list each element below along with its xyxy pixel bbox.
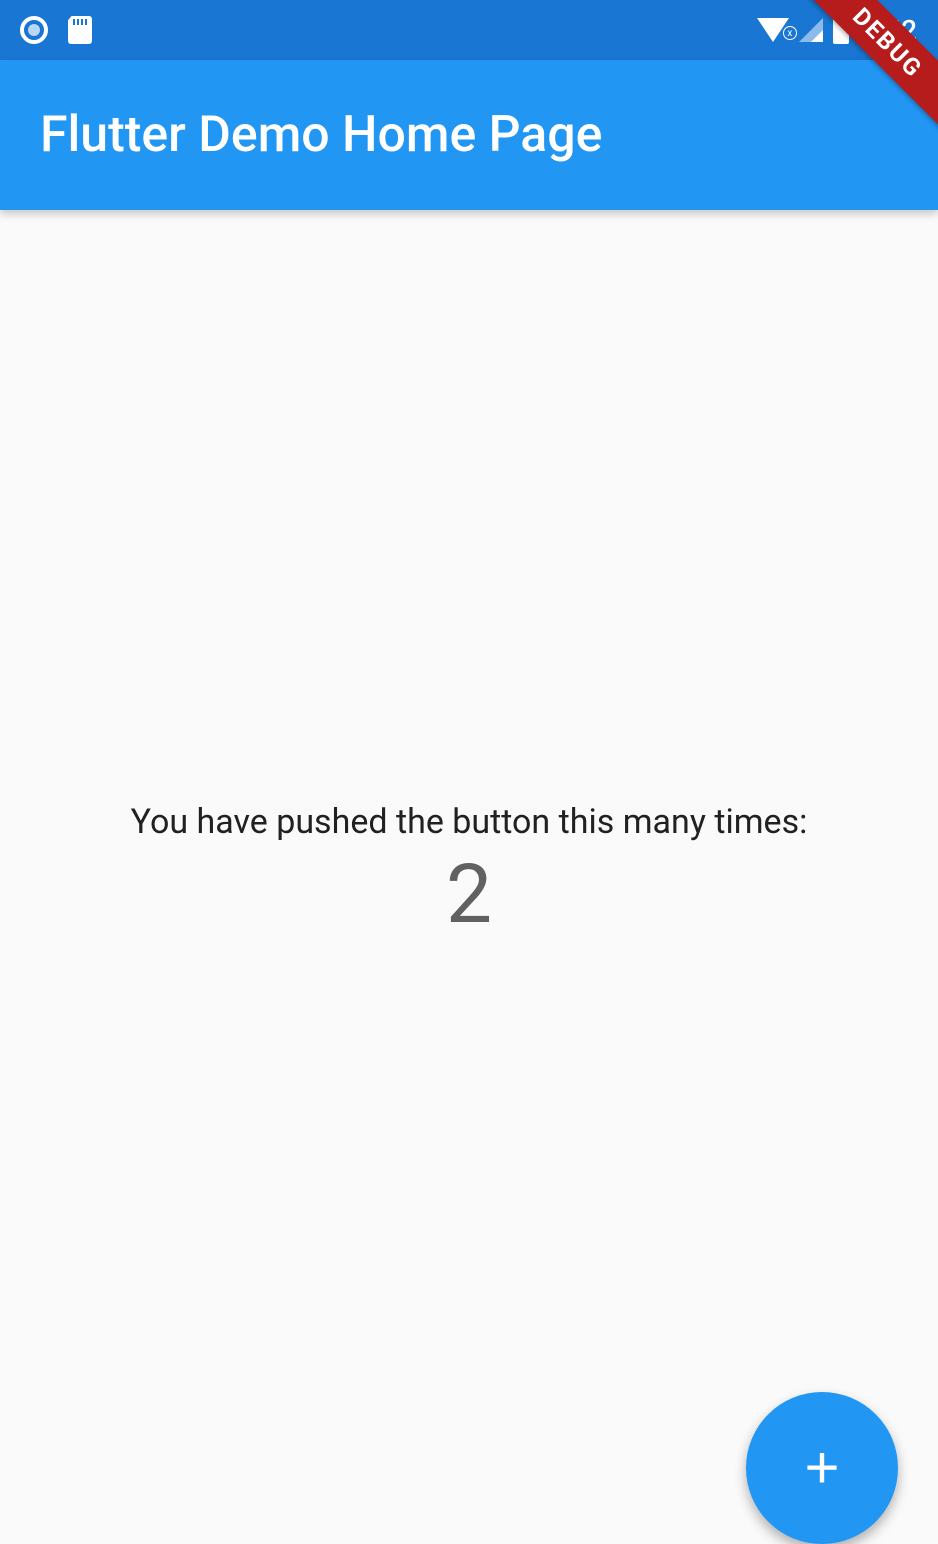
- wifi-icon: x: [757, 18, 789, 42]
- notification-circle-icon: [20, 16, 48, 44]
- counter-value: 2: [446, 847, 492, 943]
- page-title: Flutter Demo Home Page: [40, 106, 602, 164]
- main-content: You have pushed the button this many tim…: [0, 210, 938, 1534]
- counter-label: You have pushed the button this many tim…: [111, 802, 828, 842]
- sd-card-icon: [68, 16, 92, 44]
- android-status-bar: x 8:52: [0, 0, 938, 60]
- increment-button[interactable]: +: [746, 1392, 898, 1544]
- wifi-disconnected-badge: x: [783, 26, 797, 40]
- status-bar-left: [20, 16, 92, 44]
- cellular-signal-icon: [799, 18, 823, 42]
- plus-icon: +: [804, 1438, 839, 1498]
- app-bar: Flutter Demo Home Page: [0, 60, 938, 210]
